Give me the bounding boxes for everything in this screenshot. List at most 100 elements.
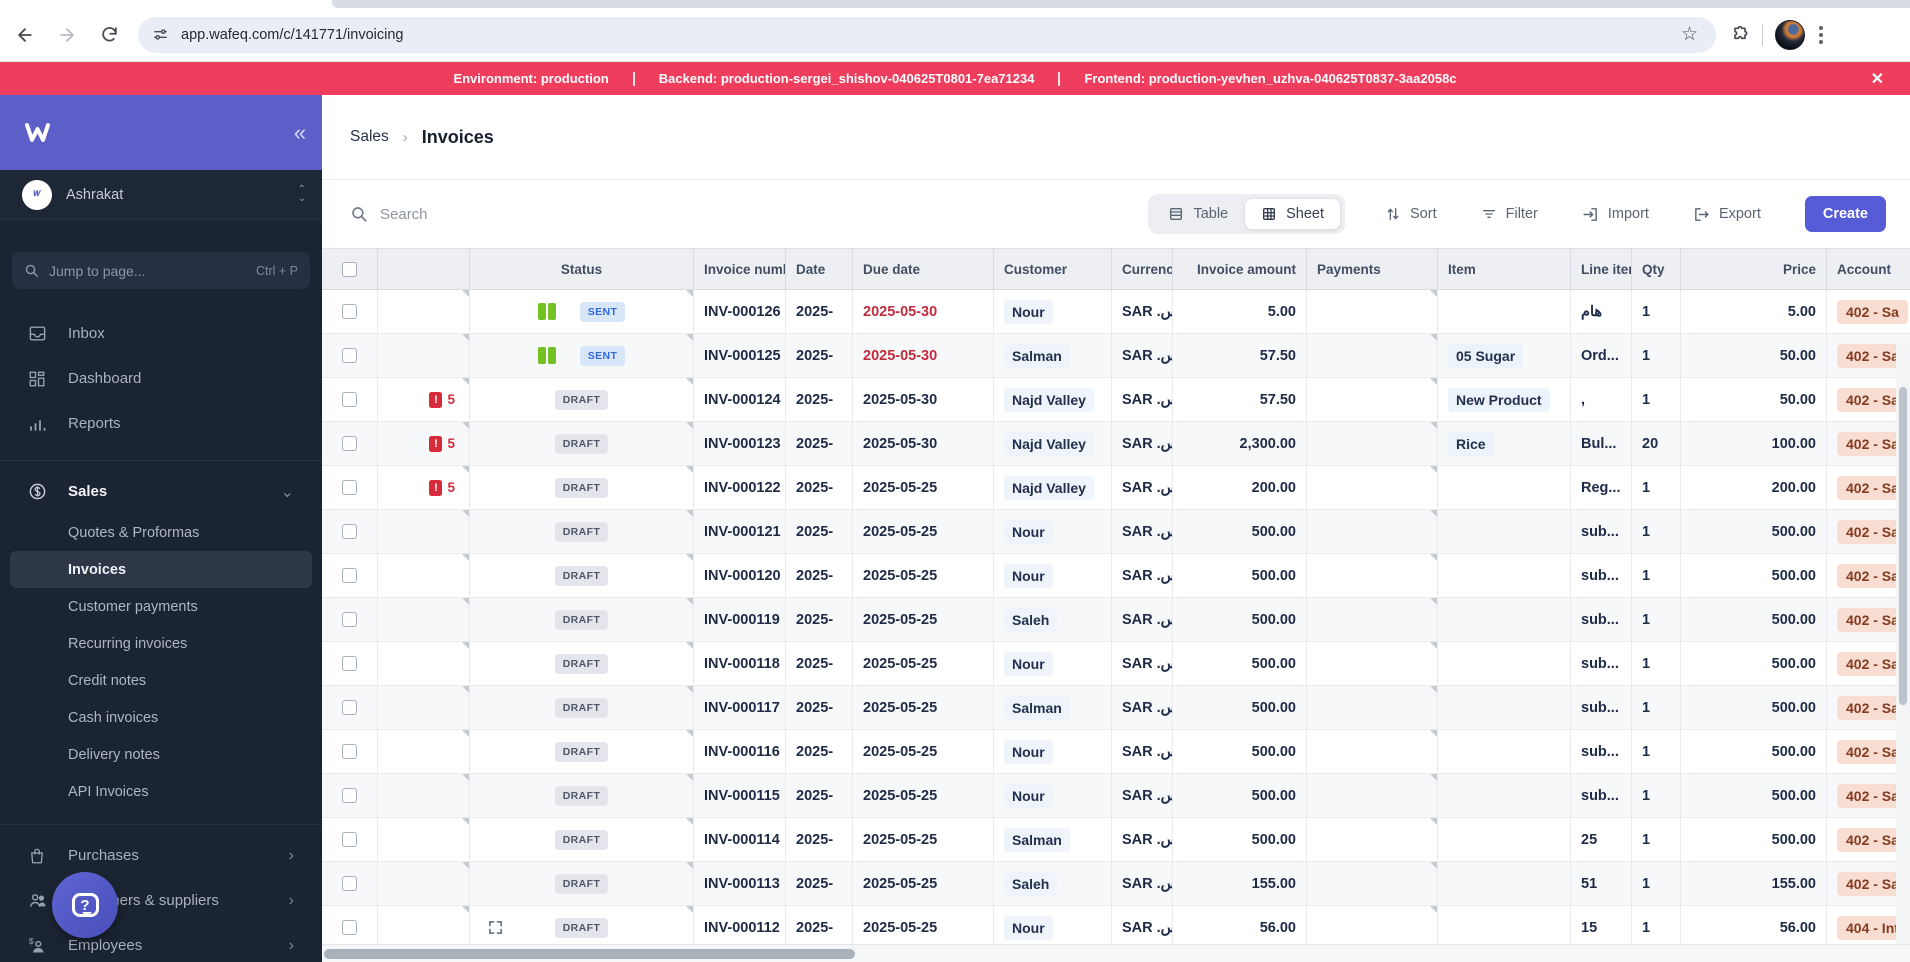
cell-status[interactable]: DRAFT xyxy=(470,466,694,509)
cell-amount[interactable]: 5.00 xyxy=(1173,290,1307,333)
expand-row-icon[interactable] xyxy=(488,920,503,935)
cell-select[interactable] xyxy=(322,378,378,421)
cell-date[interactable]: 2025- xyxy=(786,554,853,597)
banner-close-icon[interactable]: ✕ xyxy=(1865,62,1890,95)
cell-invoice[interactable]: INV-000119 xyxy=(694,598,786,641)
cell-invoice[interactable]: INV-000113 xyxy=(694,862,786,905)
vertical-scrollbar[interactable] xyxy=(1896,343,1910,944)
cell-status[interactable]: DRAFT xyxy=(470,818,694,861)
row-checkbox[interactable] xyxy=(342,304,357,319)
row-checkbox[interactable] xyxy=(342,480,357,495)
export-button[interactable]: Export xyxy=(1693,206,1761,223)
cell-date[interactable]: 2025- xyxy=(786,598,853,641)
cell-indicator[interactable] xyxy=(378,686,470,729)
cell-item[interactable] xyxy=(1438,906,1571,944)
cell-payments[interactable] xyxy=(1307,554,1438,597)
cell-indicator[interactable] xyxy=(378,554,470,597)
cell-amount[interactable]: 500.00 xyxy=(1173,818,1307,861)
cell-select[interactable] xyxy=(322,730,378,773)
cell-payments[interactable] xyxy=(1307,642,1438,685)
collapse-sidebar-icon[interactable]: « xyxy=(294,121,306,144)
cell-item[interactable] xyxy=(1438,818,1571,861)
cell-line_item[interactable]: sub... xyxy=(1571,598,1632,641)
cell-customer[interactable]: Nour xyxy=(994,510,1112,553)
cell-customer[interactable]: Najd Valley xyxy=(994,378,1112,421)
cell-currency[interactable]: SAR س. xyxy=(1112,422,1173,465)
view-table-button[interactable]: Table xyxy=(1152,198,1244,230)
sidebar-item-api-invoices[interactable]: API Invoices xyxy=(0,773,322,810)
cell-status[interactable]: DRAFT xyxy=(470,510,694,553)
column-header-invoice[interactable]: Invoice number xyxy=(694,249,786,289)
cell-line_item[interactable]: 51 xyxy=(1571,862,1632,905)
cell-qty[interactable]: 1 xyxy=(1632,774,1681,817)
site-settings-icon[interactable] xyxy=(152,26,169,43)
cell-status[interactable]: DRAFT xyxy=(470,774,694,817)
cell-amount[interactable]: 500.00 xyxy=(1173,642,1307,685)
cell-payments[interactable] xyxy=(1307,510,1438,553)
cell-price[interactable]: 50.00 xyxy=(1681,378,1827,421)
cell-qty[interactable]: 1 xyxy=(1632,862,1681,905)
sidebar-item-reports[interactable]: Reports xyxy=(0,401,322,446)
cell-status[interactable]: DRAFT xyxy=(470,554,694,597)
cell-customer[interactable]: Nour xyxy=(994,730,1112,773)
filter-button[interactable]: Filter xyxy=(1481,206,1538,222)
invoice-row[interactable]: DRAFT INV-0001202025-2025-05-25 Nour SAR س.… xyxy=(322,554,1910,598)
cell-due[interactable]: 2025-05-30 xyxy=(853,290,994,333)
cell-line_item[interactable]: sub... xyxy=(1571,510,1632,553)
cell-due[interactable]: 2025-05-25 xyxy=(853,554,994,597)
cell-invoice[interactable]: INV-000114 xyxy=(694,818,786,861)
cell-payments[interactable] xyxy=(1307,466,1438,509)
cell-line_item[interactable]: sub... xyxy=(1571,642,1632,685)
cell-amount[interactable]: 200.00 xyxy=(1173,466,1307,509)
cell-date[interactable]: 2025- xyxy=(786,334,853,377)
cell-line_item[interactable]: sub... xyxy=(1571,774,1632,817)
cell-date[interactable]: 2025- xyxy=(786,642,853,685)
row-checkbox[interactable] xyxy=(342,348,357,363)
jump-to-page-input[interactable]: Jump to page... Ctrl + P xyxy=(12,252,310,289)
invoice-row[interactable]: DRAFT INV-0001152025-2025-05-25 Nour SAR س.… xyxy=(322,774,1910,818)
invoice-row[interactable]: SENTINV-0001262025-2025-05-30NourSAR س.5… xyxy=(322,290,1910,334)
sidebar-item-employees[interactable]: $ Employees › xyxy=(0,923,322,962)
horizontal-scrollbar-thumb[interactable] xyxy=(324,949,855,959)
cell-qty[interactable]: 1 xyxy=(1632,466,1681,509)
cell-customer[interactable]: Nour xyxy=(994,554,1112,597)
cell-line_item[interactable]: Bul... xyxy=(1571,422,1632,465)
cell-date[interactable]: 2025- xyxy=(786,466,853,509)
cell-due[interactable]: 2025-05-25 xyxy=(853,774,994,817)
extensions-icon[interactable] xyxy=(1730,25,1750,45)
cell-status[interactable]: DRAFT xyxy=(470,862,694,905)
cell-status[interactable]: DRAFT xyxy=(470,730,694,773)
cell-item[interactable]: Rice xyxy=(1438,422,1571,465)
cell-payments[interactable] xyxy=(1307,774,1438,817)
cell-amount[interactable]: 500.00 xyxy=(1173,730,1307,773)
cell-currency[interactable]: SAR س. xyxy=(1112,906,1173,944)
reload-icon[interactable] xyxy=(92,18,126,52)
row-checkbox[interactable] xyxy=(342,788,357,803)
cell-date[interactable]: 2025- xyxy=(786,862,853,905)
cell-indicator[interactable] xyxy=(378,730,470,773)
column-header-select[interactable] xyxy=(322,249,378,289)
cell-price[interactable]: 500.00 xyxy=(1681,686,1827,729)
cell-invoice[interactable]: INV-000112 xyxy=(694,906,786,944)
create-button[interactable]: Create xyxy=(1804,196,1886,232)
cell-customer[interactable]: Saleh xyxy=(994,862,1112,905)
invoice-row[interactable]: DRAFT INV-0001122025-2025-05-25 Nour SAR س.… xyxy=(322,906,1910,944)
cell-customer[interactable]: Nour xyxy=(994,774,1112,817)
invoice-row[interactable]: ! 5 DRAFT INV-000124 2025- 2025-05-30 Najd Val… xyxy=(322,378,1910,422)
cell-payments[interactable] xyxy=(1307,906,1438,944)
invoice-row[interactable]: DRAFT INV-0001162025-2025-05-25 Nour SAR س.… xyxy=(322,730,1910,774)
row-checkbox[interactable] xyxy=(342,700,357,715)
cell-select[interactable] xyxy=(322,290,378,333)
cell-customer[interactable]: Saleh xyxy=(994,598,1112,641)
cell-due[interactable]: 2025-05-30 xyxy=(853,422,994,465)
cell-indicator[interactable] xyxy=(378,862,470,905)
cell-date[interactable]: 2025- xyxy=(786,818,853,861)
cell-qty[interactable]: 1 xyxy=(1632,642,1681,685)
cell-select[interactable] xyxy=(322,598,378,641)
cell-qty[interactable]: 1 xyxy=(1632,378,1681,421)
cell-currency[interactable]: SAR س. xyxy=(1112,290,1173,333)
cell-invoice[interactable]: INV-000126 xyxy=(694,290,786,333)
cell-due[interactable]: 2025-05-25 xyxy=(853,642,994,685)
column-header-amount[interactable]: Invoice amount xyxy=(1173,249,1307,289)
cell-date[interactable]: 2025- xyxy=(786,686,853,729)
